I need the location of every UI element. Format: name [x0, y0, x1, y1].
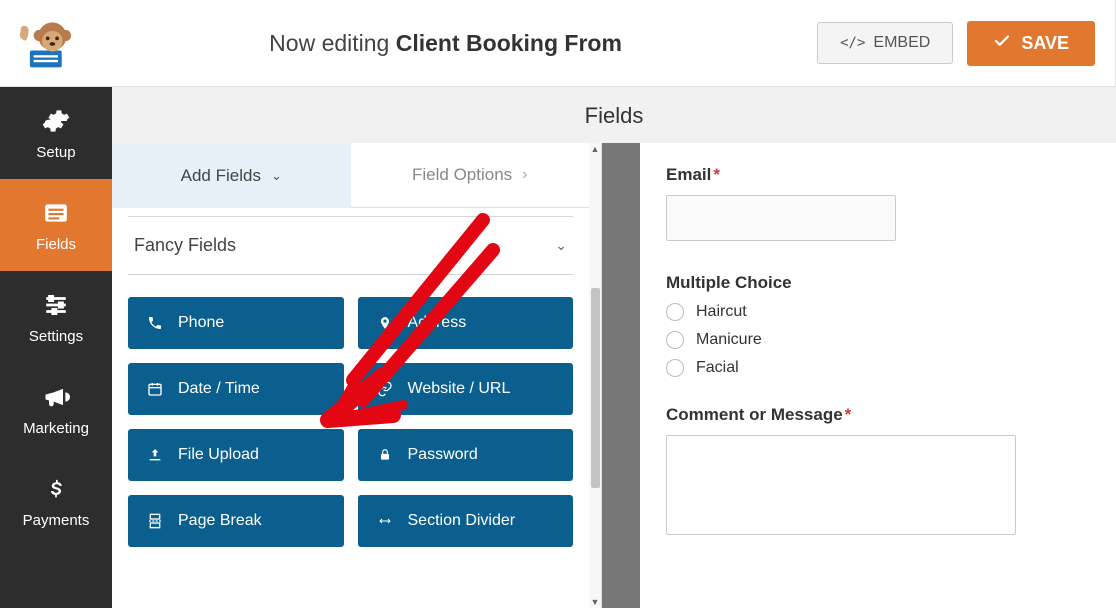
field-label: Website / URL: [408, 380, 511, 398]
field-label: Page Break: [178, 512, 262, 530]
phone-icon: [146, 314, 164, 332]
section-title: Fancy Fields: [134, 235, 236, 256]
sidebar-item-label: Marketing: [23, 420, 89, 437]
field-button-website[interactable]: Website / URL: [358, 363, 574, 415]
chevron-down-icon: ⌄: [271, 168, 282, 184]
link-icon: [376, 380, 394, 398]
option-label: Facial: [696, 359, 739, 377]
scroll-up-icon[interactable]: ▲: [589, 143, 601, 155]
panel-title: Fields: [112, 87, 1116, 143]
sidebar-item-label: Settings: [29, 328, 83, 345]
section-header-fancy[interactable]: Fancy Fields ⌄: [128, 216, 573, 275]
panel-divider: [602, 143, 640, 608]
radio-icon: [666, 331, 684, 349]
map-marker-icon: [376, 314, 394, 332]
top-header: Now editing Client Booking From </> EMBE…: [0, 0, 1116, 87]
sidebar-item-setup[interactable]: Setup: [0, 87, 112, 179]
save-button[interactable]: SAVE: [967, 21, 1095, 66]
check-icon: [993, 32, 1011, 55]
field-label: Phone: [178, 314, 224, 332]
required-asterisk: *: [713, 165, 720, 184]
tab-label: Field Options: [412, 165, 512, 185]
field-label: Address: [408, 314, 467, 332]
page-break-icon: [146, 512, 164, 530]
preview-mc-label: Multiple Choice: [666, 273, 1090, 293]
sliders-icon: [41, 290, 71, 320]
chevron-down-icon: ⌄: [555, 237, 567, 254]
list-icon: [41, 198, 71, 228]
field-button-datetime[interactable]: Date / Time: [128, 363, 344, 415]
email-field[interactable]: [666, 195, 896, 241]
radio-icon: [666, 303, 684, 321]
scroll-down-icon[interactable]: ▼: [589, 596, 601, 608]
sidebar-item-payments[interactable]: Payments: [0, 455, 112, 547]
wpforms-logo: [12, 12, 74, 74]
scrollbar-thumb[interactable]: [591, 288, 600, 488]
mc-option[interactable]: Haircut: [666, 303, 1090, 321]
embed-button[interactable]: </> EMBED: [817, 22, 953, 64]
field-button-address[interactable]: Address: [358, 297, 574, 349]
calendar-icon: [146, 380, 164, 398]
arrows-h-icon: [376, 512, 394, 530]
field-button-password[interactable]: Password: [358, 429, 574, 481]
lock-icon: [376, 446, 394, 464]
form-preview: Email* Multiple Choice Haircut Manicure …: [640, 143, 1116, 608]
tab-label: Add Fields: [181, 166, 261, 186]
mc-options: Haircut Manicure Facial: [666, 303, 1090, 377]
sidebar-item-label: Setup: [36, 144, 75, 161]
form-name: Client Booking From: [396, 30, 622, 56]
field-label: Date / Time: [178, 380, 260, 398]
field-label: Password: [408, 446, 478, 464]
code-icon: </>: [840, 35, 865, 51]
comment-textarea[interactable]: [666, 435, 1016, 535]
upload-icon: [146, 446, 164, 464]
fields-panel: ▲ ▼ Add Fields ⌄ Field Options › Fancy: [112, 143, 602, 608]
bullhorn-icon: [41, 382, 71, 412]
gear-icon: [41, 106, 71, 136]
option-label: Manicure: [696, 331, 762, 349]
label-text: Email: [666, 165, 711, 184]
field-label: File Upload: [178, 446, 259, 464]
field-button-phone[interactable]: Phone: [128, 297, 344, 349]
sidebar-item-marketing[interactable]: Marketing: [0, 363, 112, 455]
dollar-icon: [41, 474, 71, 504]
sidebar-item-settings[interactable]: Settings: [0, 271, 112, 363]
preview-email-label: Email*: [666, 165, 1090, 185]
embed-label: EMBED: [873, 34, 930, 52]
field-button-section-divider[interactable]: Section Divider: [358, 495, 574, 547]
workspace: ▲ ▼ Add Fields ⌄ Field Options › Fancy: [112, 143, 1116, 608]
field-label: Section Divider: [408, 512, 516, 530]
tab-field-options[interactable]: Field Options ›: [351, 143, 590, 208]
sidebar: Setup Fields Settings Marketing Payments: [0, 87, 112, 608]
sidebar-item-label: Payments: [23, 512, 90, 529]
panel-tabs: Add Fields ⌄ Field Options ›: [112, 143, 589, 208]
mc-option[interactable]: Manicure: [666, 331, 1090, 349]
scrollbar-track[interactable]: ▲ ▼: [589, 143, 601, 608]
mc-option[interactable]: Facial: [666, 359, 1090, 377]
preview-comment-label: Comment or Message*: [666, 405, 1090, 425]
field-buttons-grid: Phone Address Date / Time Website / URL: [112, 275, 589, 547]
main-area: Fields ▲ ▼ Add Fields ⌄ Field Options ›: [112, 87, 1116, 608]
label-text: Comment or Message: [666, 405, 843, 424]
sidebar-item-label: Fields: [36, 236, 76, 253]
radio-icon: [666, 359, 684, 377]
required-asterisk: *: [845, 405, 852, 424]
chevron-right-icon: ›: [522, 166, 527, 184]
sidebar-item-fields[interactable]: Fields: [0, 179, 112, 271]
option-label: Haircut: [696, 303, 747, 321]
field-button-page-break[interactable]: Page Break: [128, 495, 344, 547]
editing-title: Now editing Client Booking From: [74, 30, 817, 57]
editing-prefix: Now editing: [269, 30, 396, 56]
save-label: SAVE: [1021, 33, 1069, 54]
field-button-file-upload[interactable]: File Upload: [128, 429, 344, 481]
tab-add-fields[interactable]: Add Fields ⌄: [112, 143, 351, 208]
